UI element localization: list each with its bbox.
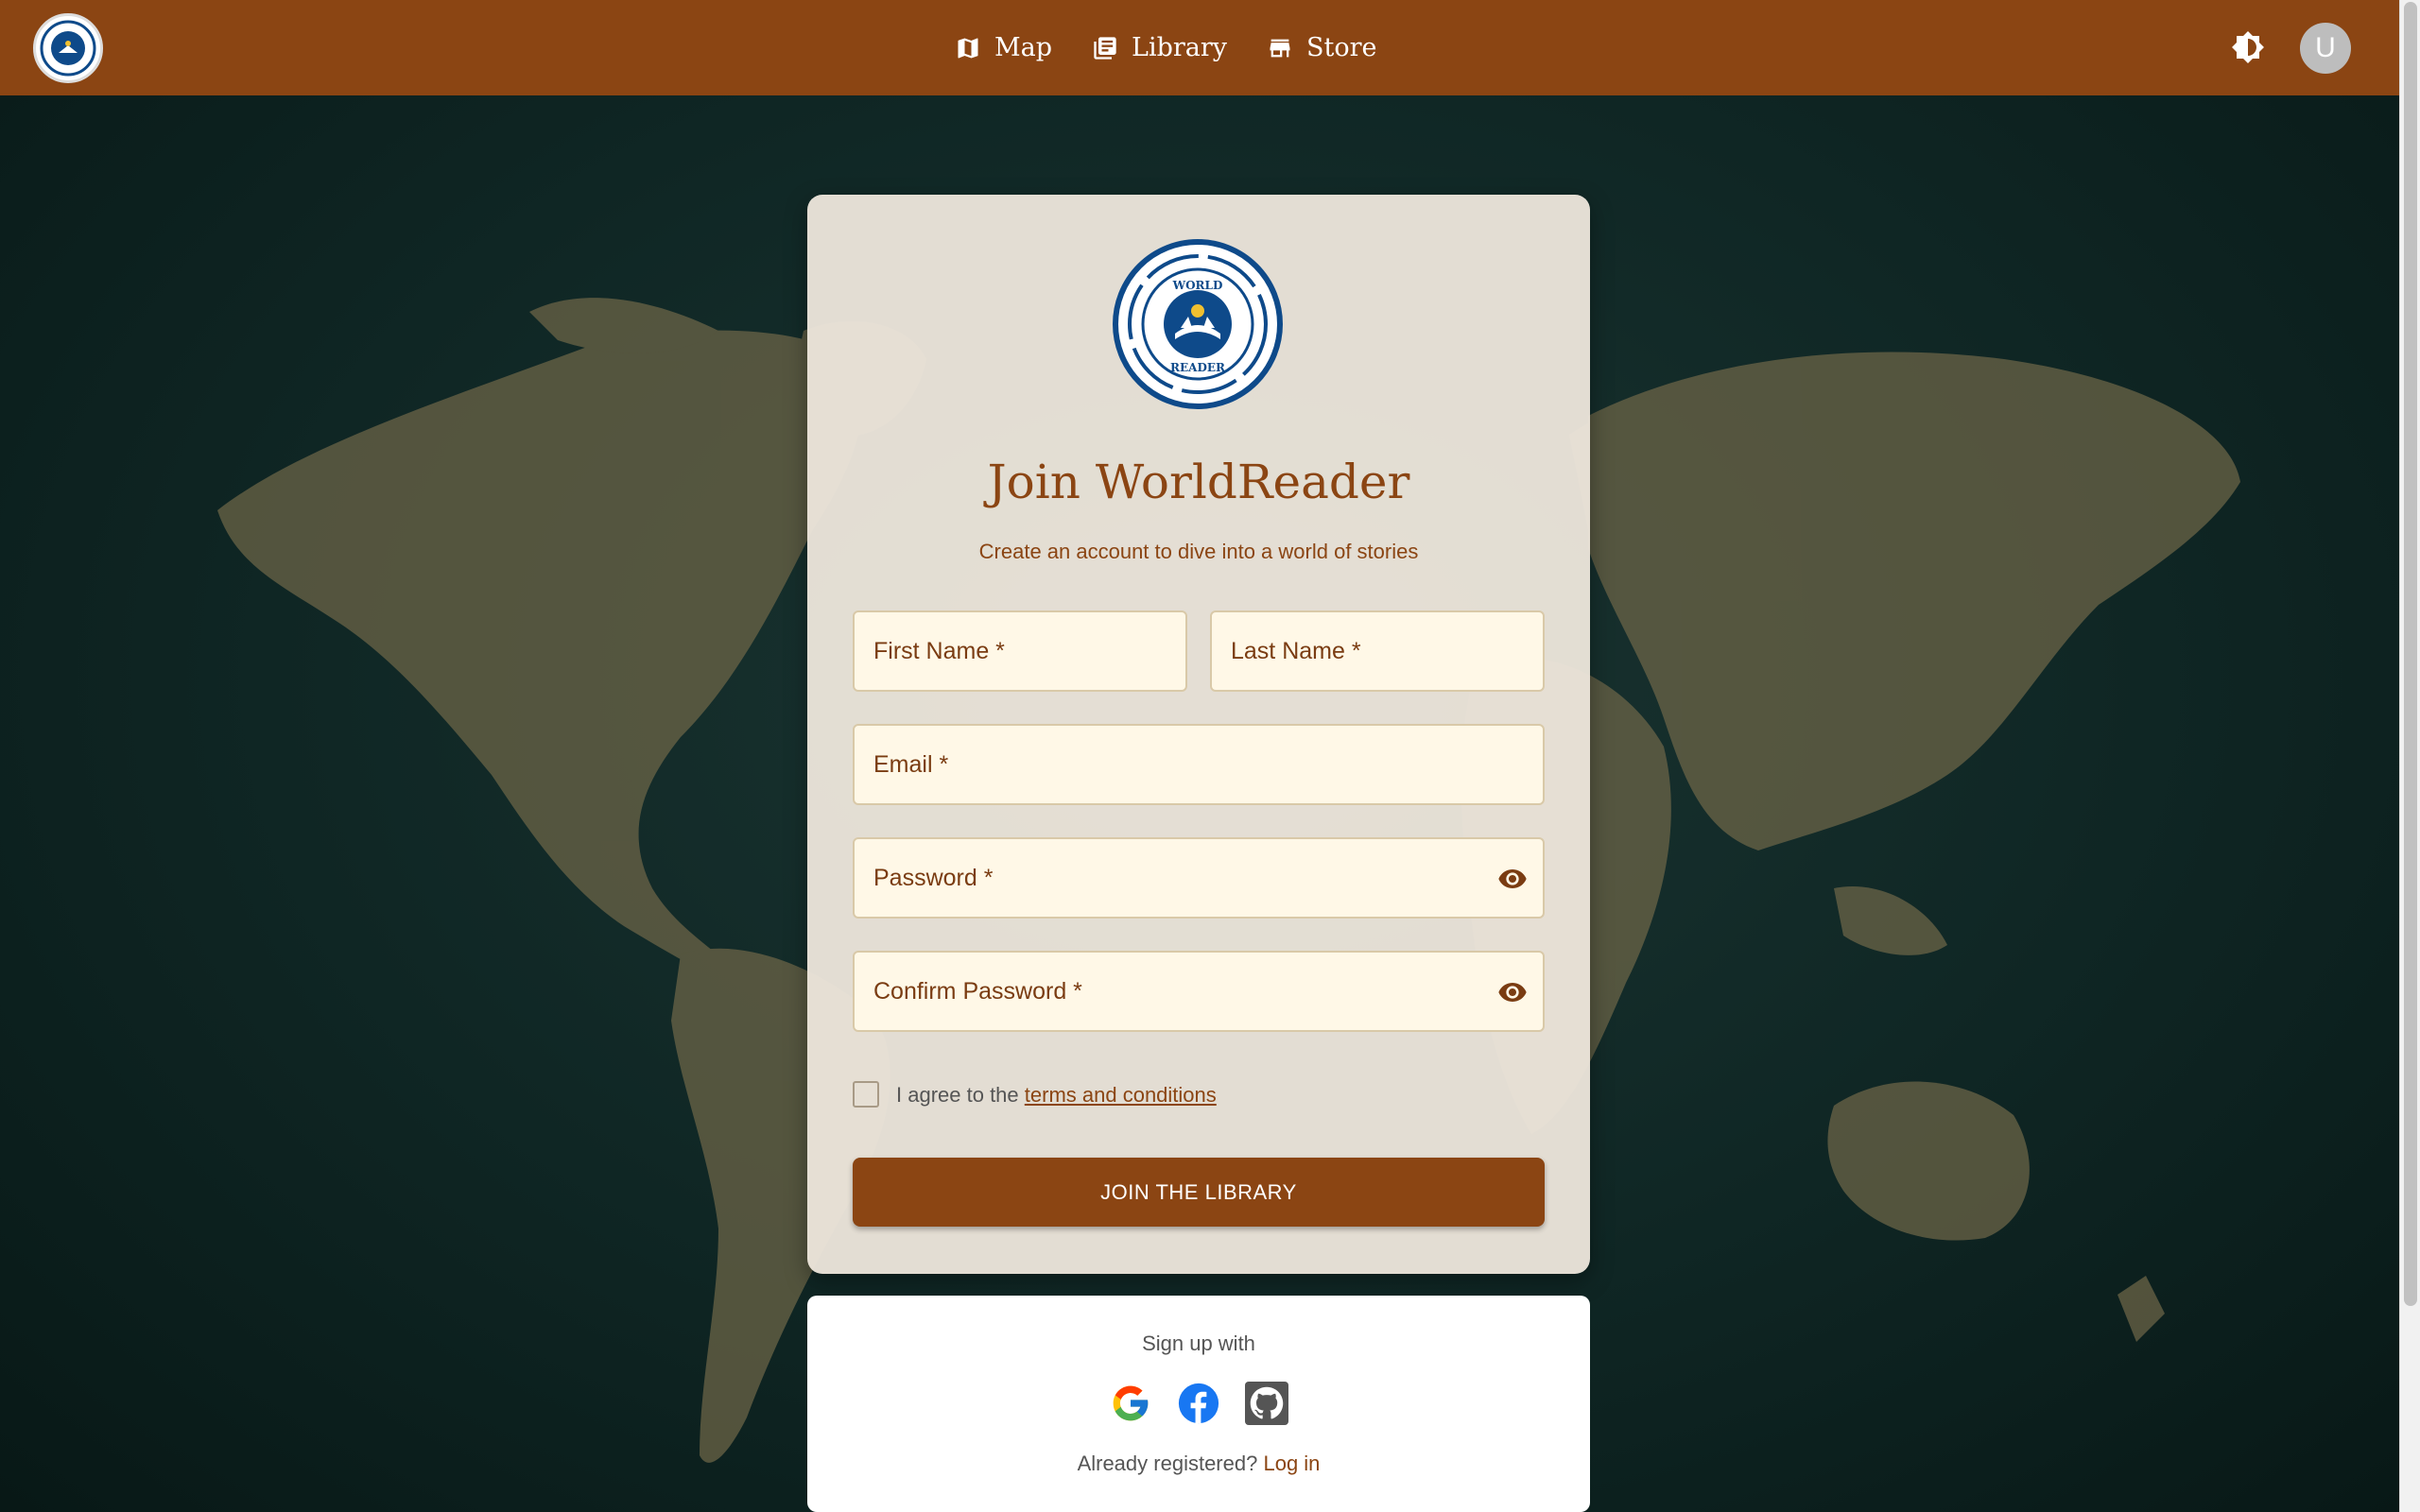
facebook-icon[interactable] <box>1176 1381 1221 1426</box>
password-label: Password * <box>873 864 994 891</box>
nav-item-map[interactable]: Map <box>955 33 1052 62</box>
library-icon <box>1094 36 1116 60</box>
confirm-password-field[interactable]: Confirm Password * <box>853 951 1545 1032</box>
already-registered-text: Already registered? <box>1077 1452 1258 1475</box>
avatar[interactable]: U <box>2300 23 2351 74</box>
nav-item-store[interactable]: Store <box>1267 33 1377 62</box>
signup-with-label: Sign up with <box>1142 1332 1255 1355</box>
page-subtitle: Create an account to dive into a world o… <box>978 540 1419 563</box>
confirm-password-label: Confirm Password * <box>873 977 1082 1005</box>
svg-text:READER: READER <box>1170 361 1226 374</box>
password-field[interactable]: Password * <box>853 837 1545 919</box>
login-prompt: Already registered? Log in <box>807 1452 1590 1476</box>
social-signup-card: Sign up with Already registered? Log in <box>807 1296 1590 1512</box>
login-link[interactable]: Log in <box>1263 1452 1320 1475</box>
worldreader-emblem-icon: WORLD READER <box>1113 239 1283 409</box>
scrollbar-thumb[interactable] <box>2404 2 2417 1306</box>
page-title: Join WorldReader <box>987 455 1410 509</box>
eye-icon[interactable] <box>1495 977 1530 1007</box>
signup-card: WORLD READER Join WorldReader Create an … <box>807 195 1590 1274</box>
agree-text: I agree to the <box>896 1083 1019 1107</box>
first-name-field[interactable]: First Name * <box>853 610 1187 692</box>
first-name-label: First Name * <box>873 637 1005 664</box>
nav-item-label: Library <box>1132 33 1228 62</box>
worldreader-logo-icon[interactable] <box>33 13 103 83</box>
main-nav: Map Library Store <box>955 0 1377 95</box>
terms-agreement: I agree to the terms and conditions <box>896 1083 1217 1108</box>
theme-toggle-button[interactable] <box>2229 28 2267 66</box>
nav-item-label: Store <box>1306 33 1377 62</box>
scrollbar[interactable] <box>2399 0 2420 1512</box>
last-name-label: Last Name * <box>1231 637 1361 664</box>
store-icon <box>1270 39 1290 57</box>
map-icon <box>958 38 978 58</box>
svg-text:WORLD: WORLD <box>1172 279 1223 292</box>
terms-link[interactable]: terms and conditions <box>1025 1083 1217 1107</box>
last-name-field[interactable]: Last Name * <box>1210 610 1545 692</box>
eye-icon[interactable] <box>1495 864 1530 894</box>
email-field[interactable]: Email * <box>853 724 1545 805</box>
terms-checkbox[interactable] <box>853 1081 879 1108</box>
brightness-icon <box>2232 31 2264 63</box>
github-icon[interactable] <box>1244 1381 1289 1426</box>
join-library-button[interactable]: JOIN THE LIBRARY <box>853 1158 1545 1227</box>
nav-item-library[interactable]: Library <box>1092 33 1227 62</box>
email-label: Email * <box>873 750 949 778</box>
nav-item-label: Map <box>994 33 1053 62</box>
top-app-bar: Map Library Store U <box>0 0 2399 95</box>
google-icon[interactable] <box>1108 1381 1153 1426</box>
